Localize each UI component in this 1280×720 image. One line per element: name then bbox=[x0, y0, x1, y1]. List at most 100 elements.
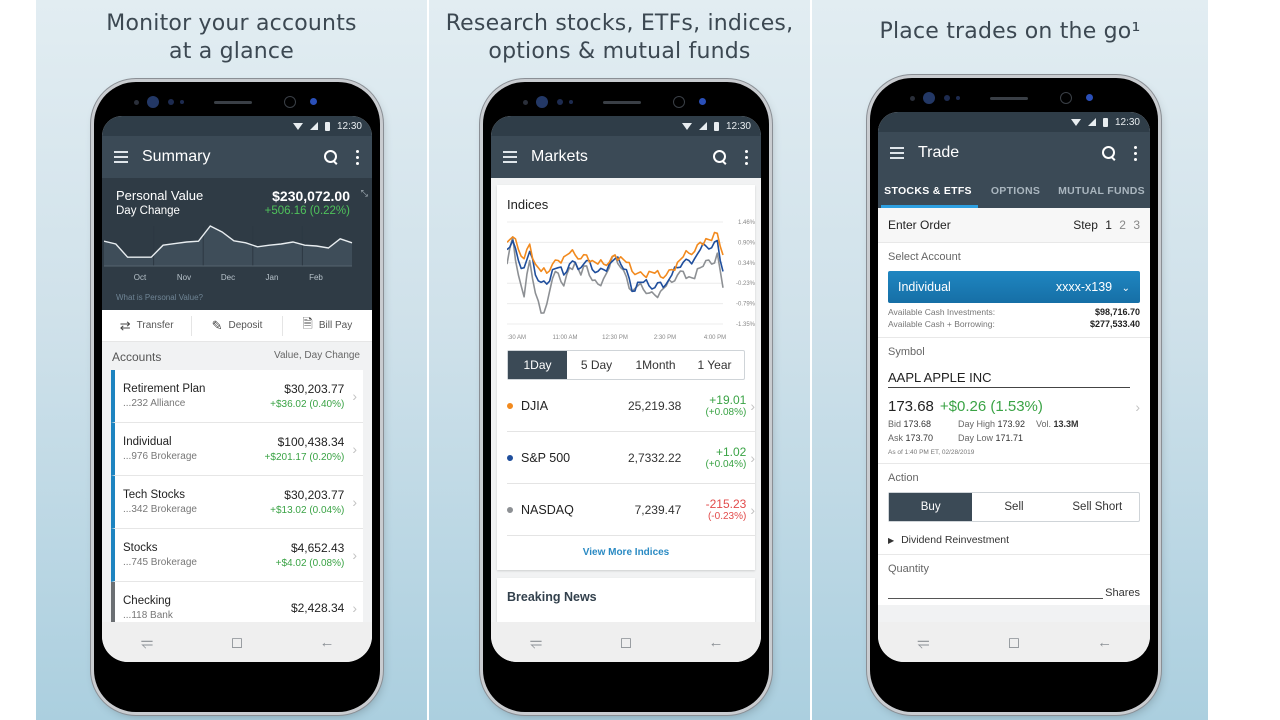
quantity-input[interactable] bbox=[888, 585, 1104, 599]
day-high-label: Day High bbox=[958, 419, 996, 429]
search-icon[interactable] bbox=[713, 150, 727, 164]
recents-icon[interactable]: ⥫ bbox=[521, 634, 551, 651]
cash-investments-label: Available Cash Investments: bbox=[888, 307, 996, 317]
transfer-button[interactable]: ⇄ Transfer bbox=[102, 315, 193, 336]
indices-card: Indices 1.46% 0.90% 0.34% -0.23% -0.79% -1.35… bbox=[497, 185, 756, 570]
what-is-personal-value-link[interactable]: What is Personal Value? bbox=[116, 293, 203, 302]
collapse-icon[interactable]: ⤡ bbox=[361, 188, 368, 199]
range-option-5day[interactable]: 5 Day bbox=[567, 351, 626, 379]
personal-value-card: Personal Value $230,072.00 ⤡ Day Change … bbox=[102, 178, 372, 310]
view-more-indices-link[interactable]: View More Indices bbox=[497, 536, 755, 570]
account-row[interactable]: Individual ...976 Brokerage $100,438.34 +$2… bbox=[111, 423, 363, 476]
search-icon[interactable] bbox=[1102, 146, 1116, 160]
transfer-icon: ⇄ bbox=[119, 317, 131, 333]
app-store-screenshots: Monitor your accounts at a glance 12:30 … bbox=[0, 0, 1280, 720]
accounts-header: Accounts Value, Day Change bbox=[102, 342, 372, 370]
back-icon[interactable]: ← bbox=[701, 634, 731, 651]
deposit-button[interactable]: ✎ Deposit bbox=[192, 315, 283, 336]
volume-value: 13.3M bbox=[1053, 419, 1079, 429]
signal-icon bbox=[309, 122, 318, 130]
back-icon[interactable]: ← bbox=[1090, 634, 1120, 651]
home-icon[interactable]: ◻ bbox=[999, 633, 1029, 651]
status-bar: 12:30 bbox=[878, 112, 1150, 132]
index-value: 7,239.47 bbox=[634, 502, 682, 517]
account-values: $100,438.34 +$201.17 (0.20%) bbox=[265, 435, 345, 463]
search-icon[interactable] bbox=[324, 150, 338, 164]
account-dropdown[interactable]: Individual xxxx-x139 ⌄ bbox=[888, 271, 1140, 303]
account-value: $30,203.77 bbox=[284, 382, 345, 396]
accounts-list: Retirement Plan ...232 Alliance $30,203.77… bbox=[111, 370, 363, 635]
range-option-1day[interactable]: 1Day bbox=[508, 351, 567, 379]
bid-label: Bid bbox=[888, 419, 902, 429]
bill-pay-button[interactable]: 🗎 Bill Pay bbox=[283, 316, 372, 336]
android-nav-bar: ⥫ ◻ ← bbox=[878, 622, 1150, 662]
hamburger-menu-icon[interactable] bbox=[114, 151, 128, 163]
index-row[interactable]: S&P 500 2,7332.22 +1.02 (+0.04%) › bbox=[507, 432, 755, 484]
chart-month-label: Feb bbox=[309, 273, 323, 282]
recents-icon[interactable]: ⥫ bbox=[908, 634, 938, 651]
account-name: Retirement Plan bbox=[123, 383, 206, 395]
account-name: Stocks bbox=[123, 542, 158, 554]
quote-timestamp: As of 1:40 PM ET, 02/28/2019 bbox=[888, 449, 975, 456]
account-day-change: +$13.02 (0.04%) bbox=[270, 505, 345, 516]
series-color-dot bbox=[507, 506, 513, 513]
action-sell-button[interactable]: Sell bbox=[972, 493, 1055, 521]
hamburger-menu-icon[interactable] bbox=[503, 151, 517, 163]
phone-screen: 12:30 Trade STOCKS & ETFS OPTIONS MUTUAL… bbox=[878, 112, 1150, 662]
battery-icon bbox=[324, 121, 330, 131]
action-buy-button[interactable]: Buy bbox=[889, 493, 973, 521]
index-change-percent: (+0.08%) bbox=[705, 407, 747, 418]
chart-month-label: Dec bbox=[221, 273, 235, 282]
account-row[interactable]: Stocks ...745 Brokerage $4,652.43 +$4.02 (0… bbox=[111, 529, 363, 582]
tab-options[interactable]: OPTIONS bbox=[978, 174, 1053, 208]
action-sell-short-button[interactable]: Sell Short bbox=[1056, 493, 1139, 521]
phone-frame: 12:30 Summary Personal Value $230,072.00… bbox=[94, 82, 380, 712]
account-info: Individual ...976 Brokerage bbox=[123, 436, 265, 462]
range-option-1month[interactable]: 1Month bbox=[626, 351, 685, 379]
index-change-points: +19.01 bbox=[709, 393, 747, 407]
index-row[interactable]: NASDAQ 7,239.47 -215.23 (-0.23%) › bbox=[507, 484, 755, 536]
status-time: 12:30 bbox=[725, 120, 751, 132]
indices-title: Indices bbox=[507, 197, 549, 212]
back-icon[interactable]: ← bbox=[312, 634, 342, 651]
more-options-icon[interactable] bbox=[745, 149, 749, 165]
home-icon[interactable]: ◻ bbox=[222, 633, 252, 651]
more-options-icon[interactable] bbox=[356, 149, 360, 165]
more-options-icon[interactable] bbox=[1134, 145, 1138, 161]
caption-markets: Research stocks, ETFs, indices, options … bbox=[429, 10, 810, 66]
symbol-section: Symbol AAPL APPLE INC 173.68 +$0.26 (1.5… bbox=[878, 338, 1150, 464]
tab-mutual-funds[interactable]: MUTUAL FUNDS bbox=[1053, 174, 1150, 208]
range-option-1year[interactable]: 1 Year bbox=[685, 351, 744, 379]
step-1: 1 bbox=[1105, 218, 1112, 232]
panel-trade: Place trades on the go¹ 12:30 Trade STOC… bbox=[812, 0, 1208, 720]
recents-icon[interactable]: ⥫ bbox=[132, 634, 162, 651]
page-title: Markets bbox=[531, 148, 588, 165]
caption-line-1: Place trades on the go¹ bbox=[879, 19, 1141, 44]
account-row[interactable]: Tech Stocks ...342 Brokerage $30,203.77 +$1… bbox=[111, 476, 363, 529]
symbol-input[interactable]: AAPL APPLE INC bbox=[888, 370, 1130, 388]
account-row[interactable]: Retirement Plan ...232 Alliance $30,203.77… bbox=[111, 370, 363, 423]
chevron-right-icon: › bbox=[750, 397, 755, 414]
chevron-right-icon: › bbox=[352, 441, 357, 457]
account-day-change: +$201.17 (0.20%) bbox=[264, 452, 345, 463]
step-3: 3 bbox=[1133, 218, 1140, 232]
account-number: ...232 Alliance bbox=[123, 398, 186, 409]
home-icon[interactable]: ◻ bbox=[611, 633, 641, 651]
index-change-points: -215.23 bbox=[705, 497, 747, 511]
account-info: Checking ...118 Bank bbox=[123, 595, 291, 621]
index-change-percent: (+0.04%) bbox=[705, 459, 747, 470]
account-info: Retirement Plan ...232 Alliance bbox=[123, 383, 270, 409]
panel-markets: Research stocks, ETFs, indices, options … bbox=[429, 0, 810, 720]
bid-value: 173.68 bbox=[903, 419, 932, 429]
account-name: Individual bbox=[898, 280, 951, 294]
account-values: $30,203.77 +$13.02 (0.04%) bbox=[270, 488, 344, 516]
tab-stocks-etfs[interactable]: STOCKS & ETFS bbox=[878, 174, 978, 208]
index-change: -215.23 (-0.23%) bbox=[681, 497, 747, 522]
hamburger-menu-icon[interactable] bbox=[890, 147, 904, 159]
x-tick-label: 2:30 PM bbox=[654, 335, 676, 341]
status-time: 12:30 bbox=[1114, 116, 1140, 128]
quote-row[interactable]: 173.68 +$0.26 (1.53%) › bbox=[888, 398, 1140, 415]
check-deposit-icon: ✎ bbox=[211, 317, 223, 333]
index-row[interactable]: DJIA 25,219.38 +19.01 (+0.08%) › bbox=[507, 380, 755, 432]
dividend-reinvestment-toggle[interactable]: ▶ Dividend Reinvestment bbox=[888, 522, 1140, 554]
